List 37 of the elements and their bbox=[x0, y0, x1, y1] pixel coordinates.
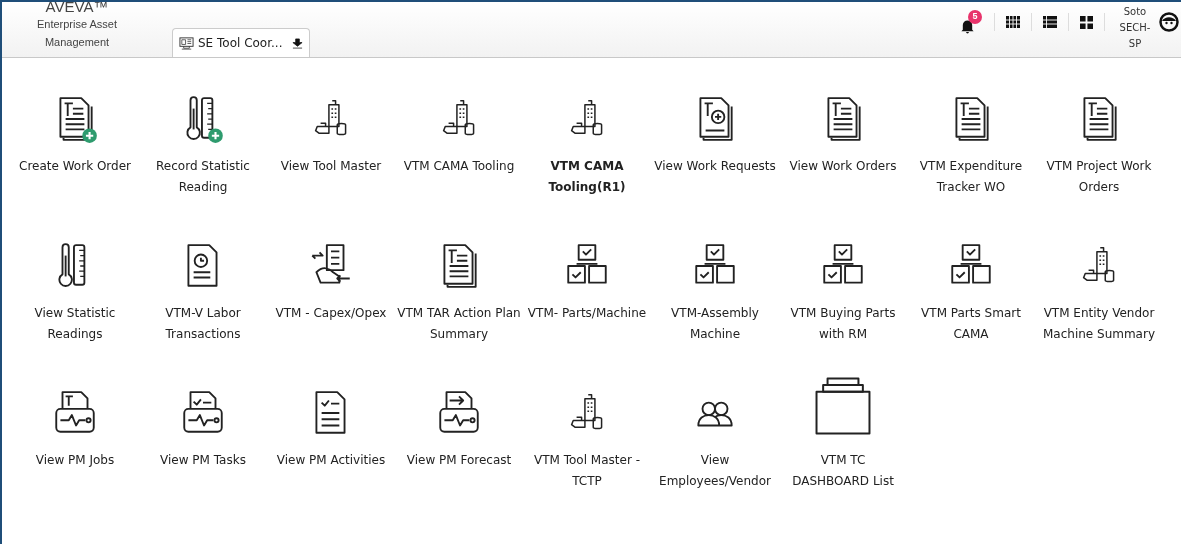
app-tile[interactable]: VTM Tool Master - TCTP bbox=[523, 372, 651, 519]
app-tile[interactable]: VTM-V Labor Transactions bbox=[139, 225, 267, 372]
download-icon[interactable] bbox=[292, 37, 304, 49]
app-tile[interactable]: Create Work Order bbox=[11, 78, 139, 225]
app-tile[interactable]: VTM CAMA Tooling bbox=[395, 78, 523, 225]
app-tile[interactable]: View PM Forecast bbox=[395, 372, 523, 519]
app-tile[interactable]: View PM Jobs bbox=[11, 372, 139, 519]
app-tile[interactable]: VTM Project Work Orders bbox=[1035, 78, 1163, 225]
product-name: Enterprise Asset Management bbox=[35, 17, 119, 50]
user-name: Soto SECH-SP bbox=[1118, 5, 1152, 51]
bell-icon[interactable] bbox=[960, 18, 975, 34]
app-tile[interactable]: View Statistic Readings bbox=[11, 225, 139, 372]
app-tile[interactable]: View PM Tasks bbox=[139, 372, 267, 519]
list-view-icon[interactable] bbox=[1043, 16, 1057, 28]
app-tile[interactable]: VTM- Parts/Machine bbox=[523, 225, 651, 372]
workspace-tab[interactable]: SE Tool Coor... bbox=[172, 28, 311, 57]
app-tile[interactable]: VTM Buying Parts with RM bbox=[779, 225, 907, 372]
avatar-icon[interactable] bbox=[1159, 12, 1179, 32]
app-tile[interactable]: VTM-Assembly Machine bbox=[651, 225, 779, 372]
tile-view-icon[interactable] bbox=[1080, 15, 1093, 29]
app-tile[interactable]: View Work Orders bbox=[779, 78, 907, 225]
app-tile[interactable]: VTM Parts Smart CAMA bbox=[907, 225, 1035, 372]
app-tile[interactable]: VTM TAR Action Plan Summary bbox=[395, 225, 523, 372]
notification-badge: 5 bbox=[968, 10, 982, 24]
app-tile[interactable]: Record Statistic Reading bbox=[139, 78, 267, 225]
app-tile[interactable]: View Employees/Vendor bbox=[651, 372, 779, 519]
app-tile[interactable]: VTM Expenditure Tracker WO bbox=[907, 78, 1035, 225]
app-tile[interactable]: VTM CAMA Tooling(R1) bbox=[523, 78, 651, 225]
app-tile[interactable]: VTM TC DASHBOARD List bbox=[779, 372, 907, 519]
app-tile[interactable]: VTM Entity Vendor Machine Summary bbox=[1035, 225, 1163, 372]
app-tile[interactable]: View Work Requests bbox=[651, 78, 779, 225]
monitor-icon bbox=[179, 35, 194, 51]
app-tile[interactable]: View Tool Master bbox=[267, 78, 395, 225]
grid-view-icon[interactable] bbox=[1006, 16, 1020, 28]
brand-logo: AVEVA™ bbox=[45, 2, 109, 15]
app-tile[interactable]: VTM - Capex/Opex bbox=[267, 225, 395, 372]
app-tile[interactable]: View PM Activities bbox=[267, 372, 395, 519]
